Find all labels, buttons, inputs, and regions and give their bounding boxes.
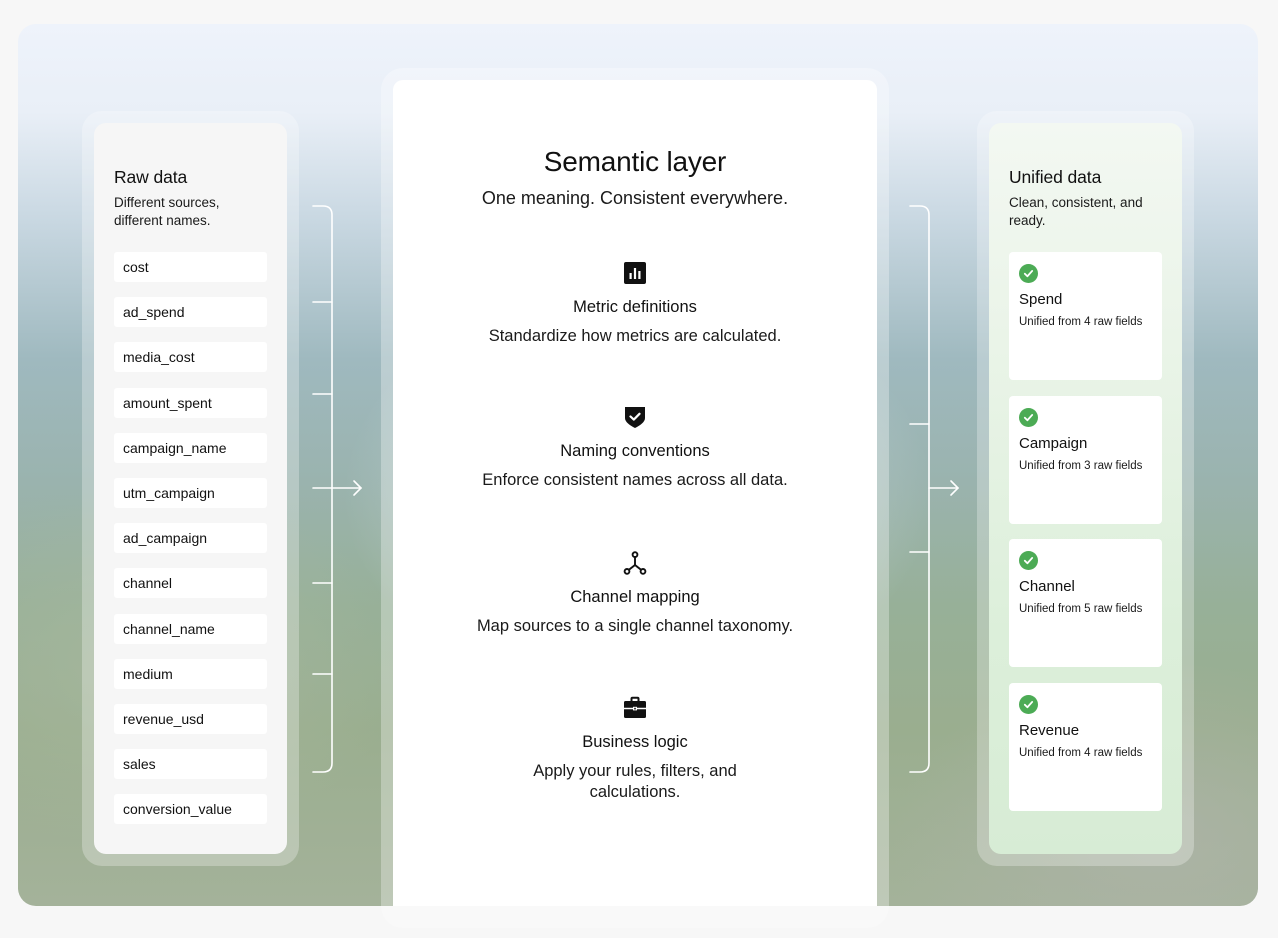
feature-name: Naming conventions [560, 442, 710, 460]
unified-field-source-count: Unified from 4 raw fields [1019, 316, 1143, 328]
unified-data-title: Unified data [1009, 167, 1102, 187]
raw-field: channel [114, 568, 267, 599]
bracket-line [909, 205, 930, 773]
unified-card-spend: Spend Unified from 4 raw fields [1009, 252, 1162, 380]
feature-name: Channel mapping [570, 588, 700, 606]
check-circle-icon [1019, 407, 1038, 427]
raw-data-title: Raw data [114, 167, 188, 187]
unified-field-source-count: Unified from 5 raw fields [1019, 603, 1143, 615]
unified-data-panel: Unified data Clean, consistent, and read… [989, 123, 1182, 854]
bar-chart-icon [624, 262, 646, 284]
semantic-layer-panel: Semantic layer One meaning. Consistent e… [393, 80, 877, 906]
unified-field-list: Spend Unified from 4 raw fields Campaign… [1009, 252, 1162, 811]
unified-data-subtitle: Clean, consistent, and ready. [1009, 195, 1143, 228]
check-circle-icon [1019, 264, 1038, 283]
raw-field: revenue_usd [114, 703, 267, 734]
raw-field-list: cost ad_spend media_cost amount_spent ca… [114, 252, 267, 825]
unified-field-name: Spend [1019, 291, 1063, 308]
briefcase-icon [624, 696, 646, 718]
feature-description: Enforce consistent names across all data… [482, 471, 788, 489]
raw-field: amount_spent [114, 387, 267, 418]
feature-business-logic: Business logic Apply your rules, filters… [393, 696, 877, 803]
raw-data-subtitle: Different sources, different names. [114, 195, 220, 228]
feature-channel-mapping: Channel mapping Map sources to a single … [393, 551, 877, 637]
raw-field: channel_name [114, 613, 267, 644]
unified-field-source-count: Unified from 3 raw fields [1019, 459, 1143, 472]
raw-field: media_cost [114, 342, 267, 373]
raw-field: ad_spend [114, 297, 267, 328]
left-bracket-connector [312, 205, 363, 773]
feature-name: Business logic [582, 733, 688, 751]
unified-field-name: Campaign [1019, 434, 1088, 452]
unified-field-name: Channel [1019, 578, 1075, 595]
shield-check-icon [625, 407, 645, 428]
unified-field-source-count: Unified from 4 raw fields [1019, 746, 1143, 759]
feature-metric-definitions: Metric definitions Standardize how metri… [393, 261, 877, 347]
raw-field: utm_campaign [114, 477, 267, 508]
unified-field-name: Revenue [1019, 721, 1080, 739]
raw-field: sales [114, 749, 267, 780]
feature-description: Standardize how metrics are calculated. [488, 327, 782, 345]
semantic-layer-subtitle: One meaning. Consistent everywhere. [481, 188, 789, 208]
raw-field: conversion_value [114, 794, 267, 825]
unified-card-campaign: Campaign Unified from 3 raw fields [1009, 395, 1162, 524]
raw-field: cost [114, 252, 267, 282]
feature-description: Apply your rules, filters, and calculati… [533, 762, 737, 801]
semantic-layer-title: Semantic layer [543, 146, 727, 177]
raw-data-panel: Raw data Different sources, different na… [94, 123, 287, 854]
check-circle-icon [1019, 694, 1038, 714]
raw-field: ad_campaign [114, 523, 267, 554]
feature-name: Metric definitions [573, 298, 697, 316]
right-bracket-connector [909, 205, 960, 773]
unified-card-revenue: Revenue Unified from 4 raw fields [1009, 682, 1162, 811]
feature-naming-conventions: Naming conventions Enforce consistent na… [393, 405, 877, 491]
bracket-line [312, 205, 333, 773]
check-circle-icon [1019, 551, 1038, 570]
raw-field: campaign_name [114, 432, 267, 463]
raw-field: medium [114, 658, 267, 689]
feature-description: Map sources to a single channel taxonomy… [476, 617, 794, 635]
unified-card-channel: Channel Unified from 5 raw fields [1009, 539, 1162, 667]
network-icon [623, 551, 647, 575]
